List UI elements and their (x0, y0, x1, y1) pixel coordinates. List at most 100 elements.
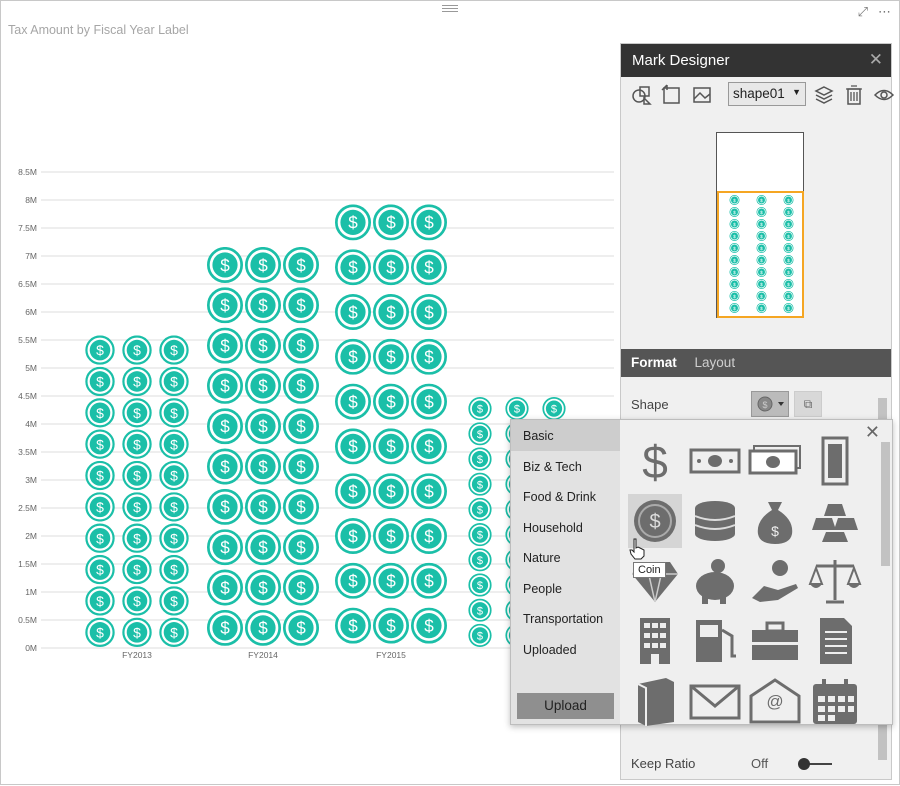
briefcase-icon[interactable] (748, 614, 802, 668)
shape-property-row: Shape $ ⧉ (631, 391, 891, 417)
eye-icon[interactable] (873, 84, 895, 106)
coin-mark (411, 383, 447, 420)
calendar-icon[interactable] (808, 674, 862, 728)
shape-selector-dropdown[interactable]: shape01 ▼ (728, 82, 806, 106)
gold-bars-icon[interactable] (808, 494, 862, 548)
coin-mark (245, 448, 281, 485)
banknote-icon[interactable] (688, 434, 742, 488)
picker-scrollbar-thumb[interactable] (881, 442, 890, 566)
picker-scrollbar[interactable] (880, 436, 890, 720)
svg-text:$: $ (642, 436, 668, 488)
coin-mark (373, 607, 409, 644)
coin-mark (411, 518, 447, 554)
bill-icon[interactable] (808, 434, 862, 488)
coin-mark (283, 609, 319, 646)
banknote-stack-icon[interactable] (748, 434, 802, 488)
format-layout-tabs: Format Layout (621, 349, 891, 377)
category-basic[interactable]: Basic (511, 420, 620, 451)
book-icon[interactable] (628, 674, 682, 728)
link-icon[interactable]: ⧉ (794, 391, 822, 417)
dollar-sign-icon[interactable]: $ (628, 434, 682, 488)
calendar-icon-glyph (813, 679, 857, 724)
category-transportation[interactable]: Transportation (511, 603, 620, 634)
y-tick-label: 5M (25, 363, 37, 373)
coin-mark (467, 598, 493, 622)
preview-coin (782, 291, 795, 301)
image-icon[interactable] (691, 84, 713, 106)
coin-mark (159, 554, 189, 585)
coin-mark (467, 623, 493, 648)
coin-mark (207, 408, 243, 445)
coin-mark (245, 488, 281, 525)
coin-mark (159, 366, 189, 397)
x-tick-label: FY2014 (248, 650, 278, 660)
email-envelope-icon[interactable]: @ (748, 674, 802, 728)
envelope-icon[interactable] (688, 674, 742, 728)
scales-icon[interactable] (808, 554, 862, 608)
keep-ratio-toggle[interactable] (796, 757, 834, 771)
coin-mark (85, 586, 115, 616)
y-tick-label: 4.5M (18, 391, 37, 401)
category-food-drink[interactable]: Food & Drink (511, 481, 620, 512)
banknote-stack-icon-glyph (748, 445, 801, 475)
preview-coin (755, 255, 768, 265)
trash-icon[interactable] (843, 84, 865, 106)
mark-designer-header: Mark Designer ✕ (621, 44, 891, 77)
coin-mark (335, 473, 371, 510)
coin-mark (85, 617, 115, 648)
coin-mark (159, 398, 189, 428)
category-uploaded[interactable]: Uploaded (511, 634, 620, 665)
bars (85, 204, 567, 648)
piggy-bank-icon[interactable] (688, 554, 742, 608)
coin-mark (335, 338, 371, 375)
coin-mark (467, 497, 493, 522)
coin-mark (373, 249, 409, 286)
office-building-icon[interactable] (628, 614, 682, 668)
category-biz-tech[interactable]: Biz & Tech (511, 451, 620, 482)
coin-mark (159, 429, 189, 459)
coin-mark (122, 429, 152, 459)
y-tick-label: 3.5M (18, 447, 37, 457)
shapes-icon[interactable] (631, 84, 653, 106)
layers-icon[interactable] (813, 84, 835, 106)
coin-mark (467, 523, 493, 547)
mark-preview-selection[interactable] (717, 191, 804, 318)
coin-stack-icon[interactable] (688, 494, 742, 548)
coin-mark (207, 246, 243, 283)
coin-mark (159, 617, 189, 648)
hand-coin-icon[interactable] (748, 554, 802, 608)
mark-designer-toolbar: shape01 ▼ (631, 82, 895, 110)
tab-layout[interactable]: Layout (695, 355, 736, 370)
y-tick-label: 3M (25, 475, 37, 485)
preview-coin (755, 207, 768, 217)
preview-coin (782, 207, 795, 217)
bar-fy2013[interactable] (85, 335, 189, 648)
coin-mark (335, 428, 371, 465)
category-household[interactable]: Household (511, 512, 620, 543)
preview-coin (782, 195, 795, 205)
bar-fy2014[interactable] (207, 246, 319, 646)
y-tick-label: 7M (25, 251, 37, 261)
document-icon[interactable] (808, 614, 862, 668)
category-people[interactable]: People (511, 573, 620, 604)
text-box-icon[interactable] (661, 84, 683, 106)
tab-format[interactable]: Format (631, 355, 677, 370)
gas-pump-icon[interactable] (688, 614, 742, 668)
close-icon[interactable]: ✕ (869, 50, 883, 70)
upload-button[interactable]: Upload (517, 693, 614, 719)
shape-picker-button[interactable]: $ (751, 391, 789, 417)
money-bag-icon[interactable]: $ (748, 494, 802, 548)
coin-mark (207, 569, 243, 606)
coin-mark (411, 338, 447, 375)
preview-coin (782, 303, 795, 313)
coin-mark (335, 518, 371, 554)
preview-coin (728, 195, 741, 205)
coin-mark (122, 617, 152, 648)
scales-icon-glyph (808, 560, 862, 604)
coin-mark (335, 294, 371, 330)
coin-mark (467, 397, 493, 421)
preview-coin (782, 267, 795, 277)
category-nature[interactable]: Nature (511, 542, 620, 573)
preview-coin (755, 279, 768, 289)
preview-coin (755, 303, 768, 313)
